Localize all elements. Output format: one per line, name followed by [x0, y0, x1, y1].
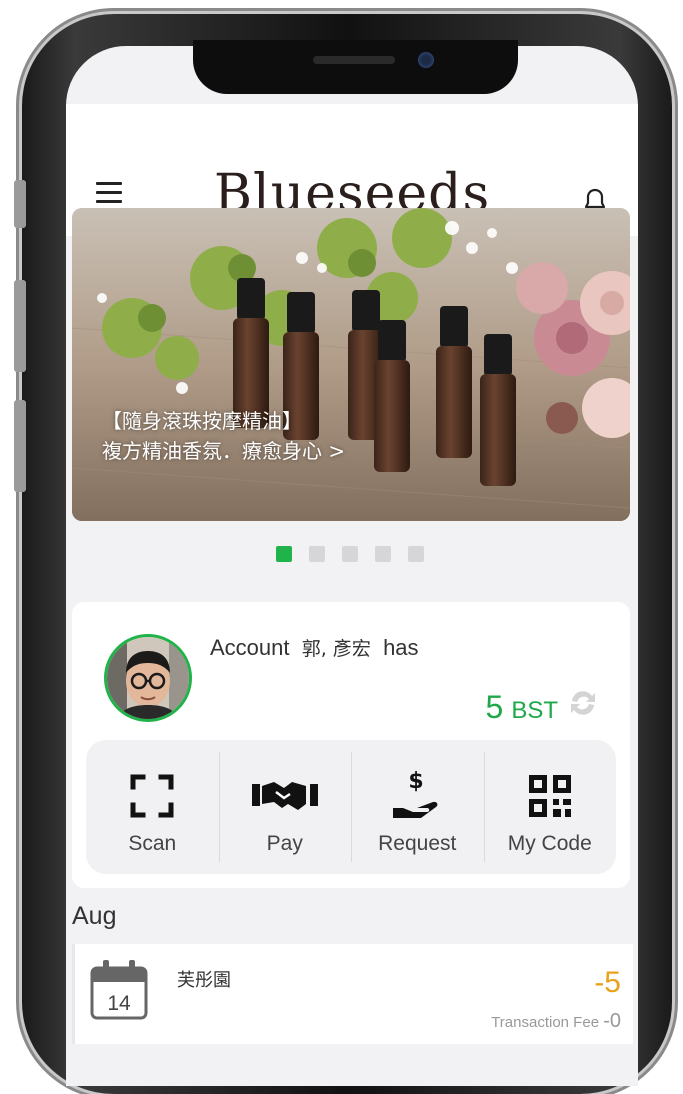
carousel-dot[interactable]	[276, 546, 292, 562]
balance-display: 5 BST	[486, 688, 600, 726]
transaction-fee-label: Transaction Fee	[491, 1014, 600, 1031]
scan-button[interactable]: Scan	[86, 740, 219, 874]
avatar[interactable]	[104, 634, 192, 722]
account-name: 郭, 彥宏	[301, 638, 371, 660]
scan-label: Scan	[128, 832, 177, 855]
banner-caption-line2: 複方精油香氛．療愈身心 >	[102, 439, 346, 463]
pay-label: Pay	[266, 832, 303, 855]
carousel-indicators	[276, 546, 424, 562]
carousel-dot[interactable]	[408, 546, 424, 562]
calendar-day: 14	[107, 992, 131, 1015]
account-suffix: has	[383, 635, 419, 660]
scan-icon	[129, 768, 175, 824]
carousel-dot[interactable]	[309, 546, 325, 562]
account-prefix: Account	[210, 635, 290, 660]
transaction-item[interactable]: 14 芙彤園 -5 Transaction Fee -0	[72, 944, 633, 1044]
calendar-icon: 14	[89, 958, 149, 1027]
pay-button[interactable]: Pay	[218, 740, 352, 874]
action-bar: Scan Pay $ Request My Code	[86, 740, 616, 874]
banner-caption-line1: 【隨身滾珠按摩精油】	[102, 409, 302, 433]
speaker-grille	[313, 56, 395, 64]
my-code-button[interactable]: My Code	[483, 740, 617, 874]
front-camera	[418, 52, 434, 68]
transaction-fee-value: -0	[603, 1010, 621, 1032]
qr-code-icon	[527, 768, 573, 824]
phone-notch	[193, 40, 518, 94]
volume-down-button	[14, 400, 26, 492]
balance-unit: BST	[511, 697, 558, 724]
transaction-fee: Transaction Fee -0	[491, 1010, 621, 1033]
carousel-dot[interactable]	[375, 546, 391, 562]
request-button[interactable]: $ Request	[351, 740, 484, 874]
phone-screen: Blueseeds 【隨身滾珠按摩精油】 複方精油香氛．療愈身心 > Accou…	[66, 46, 638, 1086]
transaction-amount: -5	[594, 966, 621, 999]
volume-up-button	[14, 280, 26, 372]
promo-banner[interactable]: 【隨身滾珠按摩精油】 複方精油香氛．療愈身心 >	[72, 208, 630, 521]
request-money-icon: $	[389, 768, 445, 824]
handshake-icon	[251, 768, 318, 824]
my-code-label: My Code	[507, 832, 592, 855]
banner-caption: 【隨身滾珠按摩精油】 複方精油香氛．療愈身心 >	[102, 406, 345, 466]
history-month-heading: Aug	[72, 902, 117, 930]
account-owner-line: Account 郭, 彥宏 has	[210, 634, 419, 661]
carousel-dot[interactable]	[342, 546, 358, 562]
account-card: Account 郭, 彥宏 has 5 BST Scan Pay $ Reque…	[72, 602, 630, 888]
mute-switch	[14, 180, 26, 228]
balance-amount: 5	[485, 689, 504, 725]
transaction-title: 芙彤園	[177, 970, 231, 991]
request-label: Request	[378, 832, 457, 855]
refresh-icon[interactable]	[566, 688, 600, 723]
svg-text:$: $	[409, 769, 424, 794]
banner-photo	[72, 208, 630, 521]
